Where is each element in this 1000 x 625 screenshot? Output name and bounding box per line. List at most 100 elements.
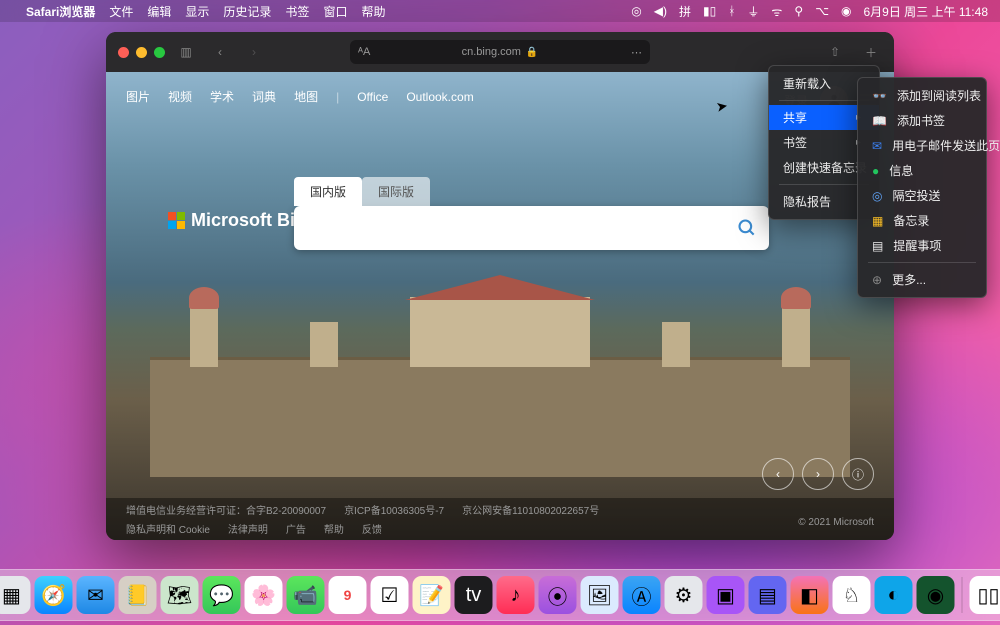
volume-icon[interactable]: ◀︎) (654, 4, 667, 18)
macos-menubar: Safari浏览器 文件 编辑 显示 历史记录 书签 窗口 帮助 ◎ ◀︎) 拼… (0, 0, 1000, 22)
bluetooth-icon[interactable]: ᚼ (728, 4, 735, 18)
dock-separator (962, 577, 963, 613)
dock-preview[interactable]: 🖼 (581, 576, 619, 614)
share-more[interactable]: ⊕更多... (858, 267, 986, 292)
footer-license[interactable]: 增值电信业务经营许可证：合字B2-20090007 (126, 502, 326, 517)
forward-button[interactable]: › (241, 41, 267, 63)
dock-safari[interactable]: 🧭 (35, 576, 73, 614)
footer-help[interactable]: 帮助 (324, 521, 344, 536)
maximize-button[interactable] (154, 47, 165, 58)
tab-domestic[interactable]: 国内版 (294, 177, 362, 206)
lock-icon: 🔒 (526, 47, 538, 58)
messages-icon: ● (872, 164, 879, 178)
nav-maps[interactable]: 地图 (294, 88, 318, 105)
screenshare-icon[interactable]: ⏚ (747, 3, 759, 20)
menu-history[interactable]: 历史记录 (223, 3, 271, 20)
tab-international[interactable]: 国际版 (362, 177, 430, 206)
prev-image-button[interactable]: ‹ (762, 458, 794, 490)
dock: 🙂 ▦ 🧭 ✉︎ 📒 🗺 💬 🌸 📹 9 ☑︎ 📝 tv ♪ ⦿ 🖼 Ⓐ ⚙︎ … (0, 569, 1000, 621)
copyright: © 2021 Microsoft (798, 517, 874, 528)
dock-app2[interactable]: ▤ (749, 576, 787, 614)
footer-ads[interactable]: 广告 (286, 521, 306, 536)
share-readlist[interactable]: 👓添加到阅读列表 (858, 83, 986, 108)
dock-calendar[interactable]: 9 (329, 576, 367, 614)
menu-bookmarks[interactable]: 书签 (285, 3, 309, 20)
footer-feedback[interactable]: 反馈 (362, 521, 382, 536)
dock-podcasts[interactable]: ⦿ (539, 576, 577, 614)
touchid-icon[interactable]: ◎ (631, 4, 641, 18)
dock-app5[interactable]: ◉ (917, 576, 955, 614)
dock-app4[interactable]: ◐ (875, 576, 913, 614)
footer: 增值电信业务经营许可证：合字B2-20090007 京ICP备10036305号… (106, 498, 894, 540)
control-center-icon[interactable]: ⌥ (815, 4, 829, 18)
dock-launchpad[interactable]: ▦ (0, 576, 31, 614)
share-notes[interactable]: ▦备忘录 (858, 208, 986, 233)
airdrop-icon: ◎ (872, 189, 882, 203)
dock-downloads[interactable]: ▯▯ (970, 576, 1000, 614)
menu-help[interactable]: 帮助 (361, 3, 385, 20)
menu-window[interactable]: 窗口 (323, 3, 347, 20)
datetime[interactable]: 6月9日 周三 上午 11:48 (864, 3, 989, 20)
dock-shortcuts[interactable]: ◧ (791, 576, 829, 614)
share-airdrop[interactable]: ◎隔空投送 (858, 183, 986, 208)
dock-music[interactable]: ♪ (497, 576, 535, 614)
dock-app1[interactable]: ▣ (707, 576, 745, 614)
nav-office[interactable]: Office (357, 90, 388, 104)
share-reminders[interactable]: ▤提醒事项 (858, 233, 986, 258)
input-source-icon[interactable]: 拼 (679, 3, 691, 20)
context-menu-share: 👓添加到阅读列表 📖添加书签 ✉︎用电子邮件发送此页面 ●信息 ◎隔空投送 ▦备… (857, 77, 987, 298)
site-settings-icon[interactable]: ᴬA (358, 46, 370, 58)
siri-icon[interactable]: ◉ (841, 4, 851, 18)
dock-settings[interactable]: ⚙︎ (665, 576, 703, 614)
dock-app3[interactable]: ♘ (833, 576, 871, 614)
reminders-icon: ▤ (872, 239, 883, 253)
wifi-icon[interactable]: ᯤ (771, 3, 782, 20)
minimize-button[interactable] (136, 47, 147, 58)
menu-view[interactable]: 显示 (185, 3, 209, 20)
footer-privacy[interactable]: 隐私声明和 Cookie (126, 521, 210, 536)
menu-file[interactable]: 文件 (109, 3, 133, 20)
dock-reminders[interactable]: ☑︎ (371, 576, 409, 614)
address-bar[interactable]: ᴬA cn.bing.com 🔒 ⋯ (350, 40, 650, 64)
menu-edit[interactable]: 编辑 (147, 3, 171, 20)
dock-tv[interactable]: tv (455, 576, 493, 614)
notes-icon: ▦ (872, 214, 883, 228)
back-button[interactable]: ‹ (207, 41, 233, 63)
nav-video[interactable]: 视频 (168, 88, 192, 105)
nav-images[interactable]: 图片 (126, 88, 150, 105)
dock-facetime[interactable]: 📹 (287, 576, 325, 614)
image-info-button[interactable]: ⓘ (842, 458, 874, 490)
footer-icp[interactable]: 京ICP备10036305号-7 (344, 502, 444, 517)
dock-maps[interactable]: 🗺 (161, 576, 199, 614)
reload-icon[interactable]: ⋯ (631, 46, 642, 59)
sidebar-toggle-button[interactable]: ▥ (173, 41, 199, 63)
new-tab-button[interactable]: ＋ (858, 41, 884, 63)
ctx-divider (779, 184, 869, 185)
nav-dict[interactable]: 词典 (252, 88, 276, 105)
dock-messages[interactable]: 💬 (203, 576, 241, 614)
nav-academic[interactable]: 学术 (210, 88, 234, 105)
share-button[interactable]: ⇧ (822, 41, 848, 63)
share-messages[interactable]: ●信息 (858, 158, 986, 183)
dock-notes[interactable]: 📝 (413, 576, 451, 614)
app-name[interactable]: Safari浏览器 (26, 3, 95, 20)
dock-appstore[interactable]: Ⓐ (623, 576, 661, 614)
footer-legal[interactable]: 法律声明 (228, 521, 268, 536)
share-addbookmark[interactable]: 📖添加书签 (858, 108, 986, 133)
microsoft-logo-icon (168, 212, 185, 229)
glasses-icon: 👓 (872, 89, 887, 103)
next-image-button[interactable]: › (802, 458, 834, 490)
ctx-divider (779, 100, 869, 101)
battery-icon[interactable]: ▮▯ (703, 4, 716, 18)
search-input[interactable] (306, 220, 737, 236)
dock-mail[interactable]: ✉︎ (77, 576, 115, 614)
spotlight-icon[interactable]: ⚲ (794, 4, 803, 18)
dock-photos[interactable]: 🌸 (245, 576, 283, 614)
footer-police[interactable]: 京公网安备11010802022657号 (462, 502, 599, 517)
share-email[interactable]: ✉︎用电子邮件发送此页面 (858, 133, 986, 158)
close-button[interactable] (118, 47, 129, 58)
url-text: cn.bing.com (462, 46, 521, 58)
nav-outlook[interactable]: Outlook.com (406, 90, 473, 104)
search-icon[interactable] (737, 218, 757, 238)
dock-contacts[interactable]: 📒 (119, 576, 157, 614)
